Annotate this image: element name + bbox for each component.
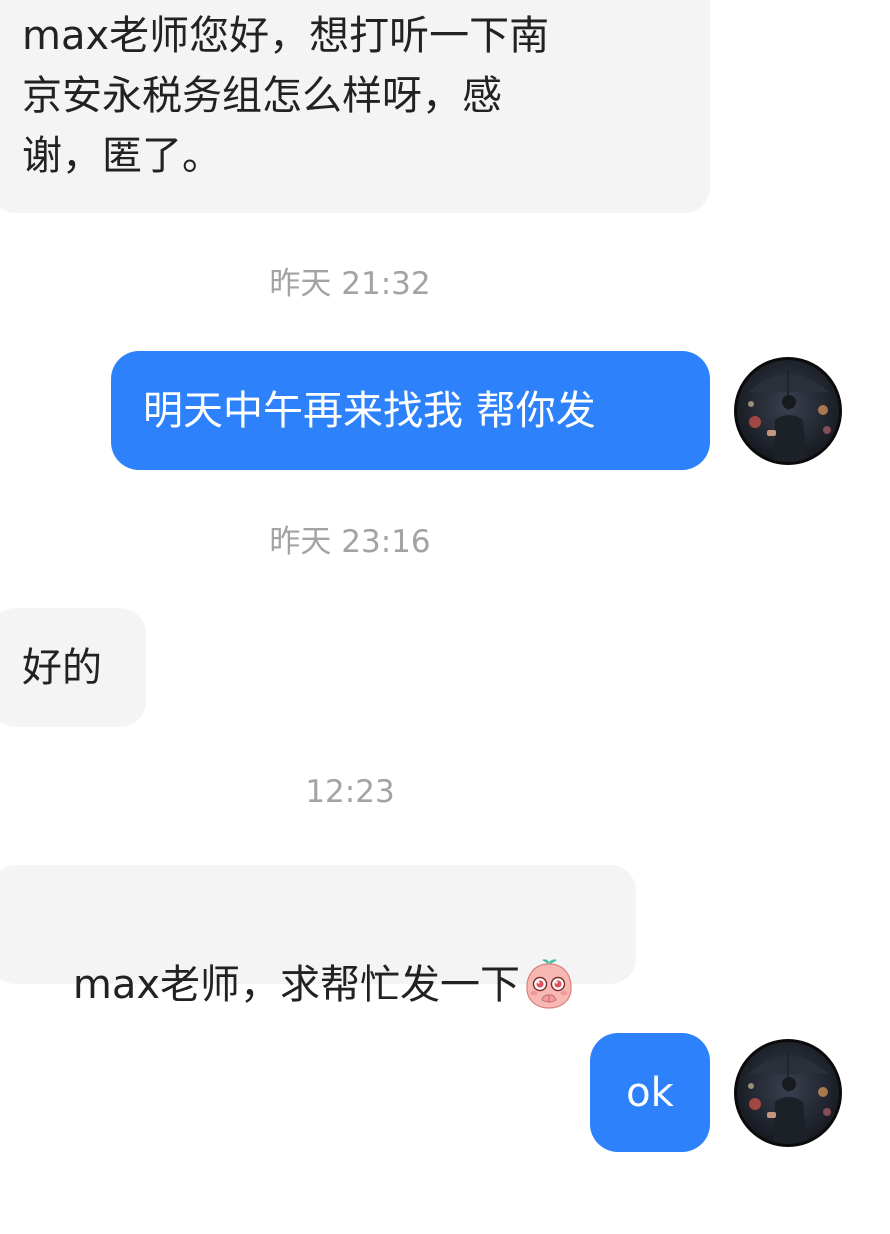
message-text: max老师，求帮忙发一下	[72, 962, 521, 1008]
message-bubble-outgoing[interactable]: ok	[590, 1033, 710, 1152]
pleading-peach-emoji-icon	[526, 959, 572, 1009]
message-timestamp: 昨天 21:32	[269, 266, 431, 302]
message-bubble-outgoing[interactable]: 明天中午再来找我 帮你发	[111, 351, 710, 470]
message-bubble-incoming[interactable]: max老师您好，想打听一下南 京安永税务组怎么样呀，感 谢，匿了。	[0, 0, 710, 213]
user-avatar[interactable]	[734, 1039, 842, 1147]
message-timestamp: 昨天 23:16	[269, 524, 431, 560]
man-with-umbrella-avatar-icon	[737, 360, 839, 462]
user-avatar[interactable]	[734, 357, 842, 465]
man-with-umbrella-avatar-icon	[737, 1042, 839, 1144]
message-bubble-incoming[interactable]: max老师，求帮忙发一下	[0, 865, 636, 1009]
chat-thread: max老师您好，想打听一下南 京安永税务组怎么样呀，感 谢，匿了。 昨天 21:…	[0, 0, 890, 1234]
message-bubble-incoming[interactable]: 好的	[0, 608, 146, 727]
message-timestamp: 12:23	[305, 774, 395, 810]
